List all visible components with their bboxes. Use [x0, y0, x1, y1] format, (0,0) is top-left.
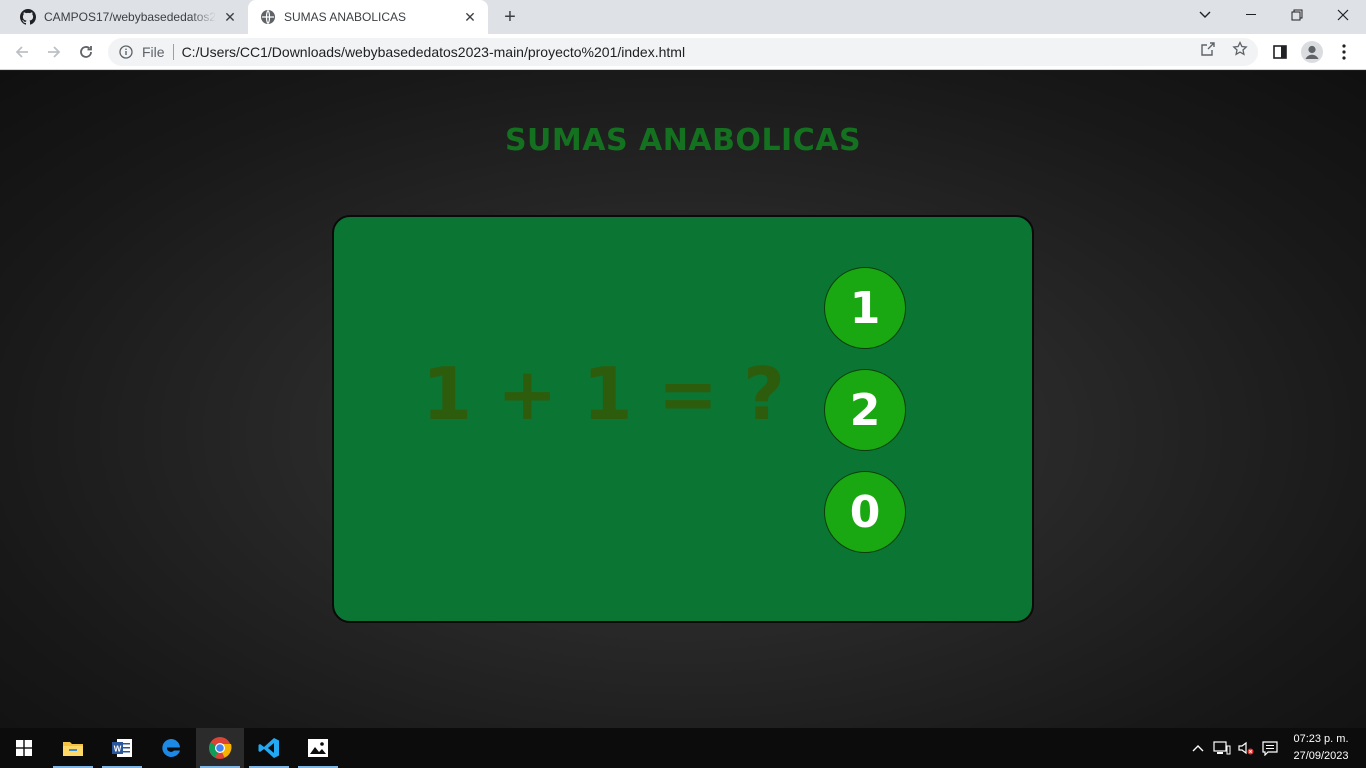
side-panel-button[interactable] — [1266, 38, 1294, 66]
answer-button-1[interactable]: 1 — [824, 267, 906, 349]
edge-icon — [162, 739, 180, 757]
tab-sumas-anabolicas[interactable]: SUMAS ANABOLICAS ✕ — [248, 0, 488, 34]
minimize-button[interactable] — [1228, 0, 1274, 30]
browser-toolbar: File C:/Users/CC1/Downloads/webybasededa… — [0, 34, 1366, 70]
new-tab-button[interactable]: + — [498, 5, 522, 29]
question-text: 1 + 1 = ? — [422, 352, 785, 436]
browser-tab-strip: CAMPOS17/webybasededatos2023 ✕ SUMAS ANA… — [0, 0, 1366, 34]
photos-icon — [308, 739, 328, 757]
scheme-label: File — [142, 44, 165, 60]
page-title: SUMAS ANABOLICAS — [504, 123, 862, 158]
taskbar-edge[interactable] — [147, 728, 195, 768]
reload-button[interactable] — [72, 38, 100, 66]
menu-button[interactable] — [1330, 38, 1358, 66]
tab-title: CAMPOS17/webybasededatos2023 — [44, 10, 216, 24]
back-arrow-icon — [15, 46, 28, 58]
taskbar-photos[interactable] — [294, 728, 342, 768]
network-icon[interactable] — [1212, 738, 1232, 758]
close-tab-icon[interactable]: ✕ — [222, 9, 238, 25]
taskbar-file-explorer[interactable] — [49, 728, 97, 768]
answer-button-3[interactable]: 0 — [824, 471, 906, 553]
tab-github[interactable]: CAMPOS17/webybasededatos2023 ✕ — [8, 0, 248, 34]
close-tab-icon[interactable]: ✕ — [462, 9, 478, 25]
vscode-icon — [258, 738, 279, 758]
globe-icon — [261, 10, 275, 24]
tab-title: SUMAS ANABOLICAS — [284, 10, 407, 24]
info-icon[interactable] — [118, 44, 134, 60]
file-explorer-icon — [63, 742, 83, 756]
clock-date: 27/09/2023 — [1293, 750, 1349, 762]
divider — [172, 44, 174, 60]
profile-avatar-icon — [1301, 41, 1323, 63]
back-button[interactable] — [8, 38, 36, 66]
taskbar-vscode[interactable] — [245, 728, 293, 768]
github-icon — [20, 9, 36, 25]
restore-button[interactable] — [1274, 0, 1320, 30]
windows-logo-icon — [16, 740, 32, 756]
close-window-button[interactable] — [1320, 0, 1366, 30]
quiz-card: 1 + 1 = ? 1 2 0 — [332, 215, 1034, 623]
tab-search-icon[interactable] — [1182, 0, 1228, 30]
side-panel-icon — [1273, 45, 1287, 59]
word-icon: W — [112, 739, 132, 757]
taskbar-word[interactable]: W — [98, 728, 146, 768]
profile-button[interactable] — [1298, 38, 1326, 66]
address-bar[interactable]: File C:/Users/CC1/Downloads/webybasededa… — [108, 38, 1258, 66]
chevron-up-icon[interactable] — [1188, 738, 1208, 758]
notification-icon[interactable] — [1260, 738, 1280, 758]
forward-button[interactable] — [40, 38, 68, 66]
chrome-icon — [209, 737, 232, 759]
url-text[interactable]: C:/Users/CC1/Downloads/webybasededatos20… — [182, 44, 686, 60]
page-viewport: SUMAS ANABOLICAS 1 + 1 = ? 1 2 0 — [0, 71, 1366, 728]
svg-text:W: W — [114, 745, 122, 754]
system-clock[interactable]: 07:23 p. m. 27/09/2023 — [1284, 731, 1358, 765]
forward-arrow-icon — [48, 46, 61, 58]
bookmark-star-icon[interactable] — [1229, 38, 1251, 60]
windows-taskbar: W 07:23 p. m. 27/09/2023 — [0, 728, 1366, 768]
volume-muted-icon[interactable] — [1236, 738, 1256, 758]
share-icon[interactable] — [1197, 38, 1219, 60]
reload-icon — [80, 46, 92, 58]
kebab-menu-icon — [1342, 44, 1346, 60]
clock-time: 07:23 p. m. — [1293, 733, 1349, 745]
start-button[interactable] — [0, 728, 48, 768]
taskbar-chrome[interactable] — [196, 728, 244, 768]
answer-button-2[interactable]: 2 — [824, 369, 906, 451]
